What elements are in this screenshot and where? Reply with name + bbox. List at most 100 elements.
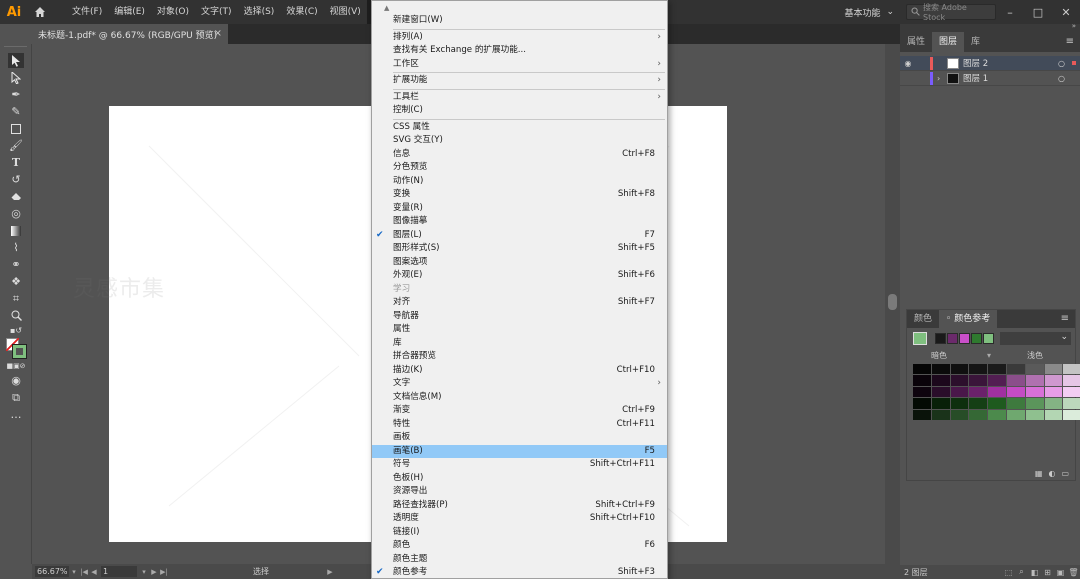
scroll-thumb[interactable] [888, 294, 897, 310]
menu-5[interactable]: 效果(C) [280, 0, 323, 24]
color-variation-swatch[interactable] [1044, 375, 1063, 386]
window-menu-item[interactable]: 信息 Ctrl+F8 [372, 148, 667, 162]
window-menu-item[interactable]: ✔ 颜色参考 Shift+F3 [372, 566, 667, 578]
window-menu-item[interactable]: 图案选项 [372, 256, 667, 270]
window-menu-item[interactable]: 颜色主题 [372, 553, 667, 567]
color-variation-swatch[interactable] [913, 409, 931, 420]
vertical-scrollbar[interactable] [885, 44, 900, 564]
symbol-sprayer-tool[interactable]: ❖ [0, 273, 32, 290]
stock-search-input[interactable]: 搜索 Adobe Stock [906, 3, 996, 22]
window-menu-item[interactable]: 工作区 › [372, 58, 667, 72]
menu-0[interactable]: 文件(F) [66, 0, 108, 24]
tab-color[interactable]: 颜色 [907, 310, 939, 328]
artboard-dropdown-icon[interactable]: ▾ [139, 568, 149, 576]
window-menu-item[interactable]: 画笔(B) F5 [372, 444, 667, 458]
window-menu-item[interactable]: 工具栏 › [372, 91, 667, 105]
color-variation-swatch[interactable] [950, 386, 969, 398]
window-menu-item[interactable]: 控制(C) [372, 104, 667, 118]
first-artboard-icon[interactable]: |◀ [79, 568, 89, 576]
rotate-tool[interactable]: ↺ [0, 171, 32, 188]
maximize-icon[interactable]: □ [1024, 0, 1052, 24]
color-variation-swatch[interactable] [913, 364, 931, 375]
zoom-dropdown-icon[interactable]: ▾ [69, 568, 79, 576]
window-menu-item[interactable]: 特性 Ctrl+F11 [372, 418, 667, 432]
color-variation-swatch[interactable] [1063, 398, 1080, 409]
rectangle-tool[interactable] [0, 120, 32, 137]
tab-properties[interactable]: 属性 [900, 32, 932, 52]
color-variation-swatch[interactable] [969, 409, 988, 420]
panel-menu-icon[interactable]: ≡ [1066, 36, 1074, 47]
tab-color-guide[interactable]: ◦ 颜色参考 [939, 310, 998, 328]
color-variation-swatch[interactable] [913, 386, 931, 398]
expand-arrow-icon[interactable]: › [937, 74, 947, 83]
draw-mode[interactable]: ◉ [0, 372, 32, 389]
window-menu-item[interactable]: 颜色 F6 [372, 539, 667, 553]
layer-row[interactable]: ◉ 图层 2 ○ [900, 56, 1080, 71]
status-menu-icon[interactable]: ▶ [325, 568, 335, 576]
color-variation-swatch[interactable] [931, 386, 950, 398]
color-variation-swatch[interactable] [1025, 398, 1044, 409]
color-variation-swatch[interactable] [913, 398, 931, 409]
color-variation-swatch[interactable] [1044, 364, 1063, 375]
tab-libraries[interactable]: 库 [964, 32, 987, 52]
close-tab-icon[interactable]: × [214, 28, 222, 39]
color-variation-swatch[interactable] [1044, 398, 1063, 409]
direct-selection-tool[interactable] [0, 69, 32, 86]
harmony-swatch[interactable] [947, 332, 958, 344]
new-layer-icon[interactable]: ▣ [1054, 568, 1067, 577]
color-variation-swatch[interactable] [988, 386, 1006, 398]
harmony-swatch[interactable] [935, 332, 946, 344]
selection-tool[interactable] [0, 52, 32, 69]
edit-toolbar[interactable]: … [0, 406, 32, 423]
color-variation-swatch[interactable] [988, 364, 1006, 375]
window-menu-item[interactable]: 分色预览 [372, 161, 667, 175]
last-artboard-icon[interactable]: ▶| [159, 568, 169, 576]
collapse-icon[interactable]: » [1072, 22, 1076, 30]
color-variation-swatch[interactable] [1044, 409, 1063, 420]
window-menu-item[interactable]: 变量(R) [372, 202, 667, 216]
paintbrush-tool[interactable]: 🖌 [0, 137, 32, 154]
window-menu-item[interactable]: 文档信息(M) [372, 391, 667, 405]
window-menu-item[interactable]: 变换 Shift+F8 [372, 188, 667, 202]
limit-library-icon[interactable]: ▦ [1035, 469, 1043, 478]
menu-2[interactable]: 对象(O) [151, 0, 195, 24]
zoom-field[interactable]: 66.67% [35, 566, 69, 577]
blend-tool[interactable]: ⚭ [0, 256, 32, 273]
window-menu-item[interactable]: 画板 [372, 431, 667, 445]
window-menu-item[interactable]: 图像描摹 [372, 215, 667, 229]
menu-1[interactable]: 编辑(E) [108, 0, 151, 24]
close-icon[interactable]: ✕ [1052, 0, 1080, 24]
window-menu-item[interactable]: 链接(I) [372, 526, 667, 540]
window-menu-item[interactable]: 动作(N) [372, 175, 667, 189]
document-tab[interactable]: 未标题-1.pdf* @ 66.67% (RGB/GPU 预览) × [32, 24, 228, 44]
color-variation-swatch[interactable] [969, 386, 988, 398]
menu-3[interactable]: 文字(T) [195, 0, 238, 24]
default-fill-stroke[interactable]: ▪↺ [0, 324, 32, 336]
color-variation-swatch[interactable] [988, 398, 1006, 409]
color-variation-swatch[interactable] [1044, 386, 1063, 398]
color-variation-swatch[interactable] [931, 398, 950, 409]
color-variation-swatch[interactable] [988, 375, 1006, 386]
window-menu-item[interactable]: 导航器 [372, 310, 667, 324]
window-menu-item[interactable]: 图形样式(S) Shift+F5 [372, 242, 667, 256]
harmony-swatch[interactable] [983, 332, 994, 344]
pen-tool[interactable]: ✒ [0, 86, 32, 103]
variation-dropdown-icon[interactable]: ▾ [987, 351, 991, 360]
tab-layers[interactable]: 图层 [932, 32, 965, 52]
window-menu-item[interactable]: 查找有关 Exchange 的扩展功能... [372, 44, 667, 58]
color-variation-swatch[interactable] [950, 398, 969, 409]
layers-panel-header[interactable]: » [900, 22, 1080, 32]
trash-icon[interactable]: 🗑 [1067, 568, 1080, 577]
color-variation-swatch[interactable] [1025, 364, 1044, 375]
scroll-up-icon[interactable]: ▲ [372, 1, 667, 14]
new-sublayer-icon[interactable]: ⊞ [1041, 568, 1054, 577]
color-variation-swatch[interactable] [950, 409, 969, 420]
shape-builder-tool[interactable]: ◎ [0, 205, 32, 222]
window-menu-item[interactable]: 色板(H) [372, 472, 667, 486]
window-menu-item[interactable]: 库 [372, 337, 667, 351]
target-icon[interactable]: ○ [1058, 74, 1072, 83]
harmony-swatch[interactable] [971, 332, 982, 344]
window-menu-item[interactable]: 外观(E) Shift+F6 [372, 269, 667, 283]
window-menu-item[interactable]: 渐变 Ctrl+F9 [372, 404, 667, 418]
illustrator-logo[interactable]: Ai [0, 0, 28, 24]
